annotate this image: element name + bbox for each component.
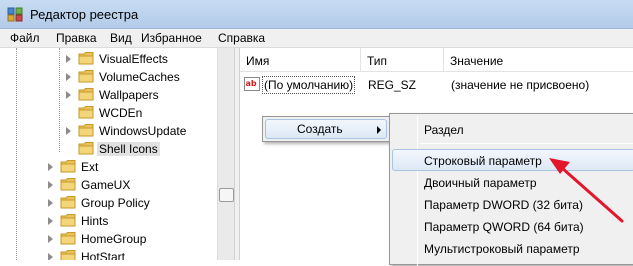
submenu-item-label: Параметр DWORD (32 бита) (424, 198, 583, 212)
folder-icon (60, 160, 76, 173)
string-value-icon: ab (244, 77, 260, 91)
menu-bar: Файл Правка Вид Избранное Справка (0, 29, 633, 48)
title-bar: Редактор реестра (0, 0, 633, 29)
tree-expand-arrow-icon[interactable] (66, 73, 71, 81)
tree-item-label: Group Policy (81, 196, 150, 210)
tree-item-wallpapers[interactable]: Wallpapers (66, 86, 206, 104)
scrollbar-thumb[interactable] (219, 188, 234, 202)
menu-favorites[interactable]: Избранное (141, 31, 202, 45)
submenu-arrow-icon (377, 126, 381, 134)
tree-item-label: VolumeCaches (99, 70, 180, 84)
value-type: REG_SZ (368, 78, 417, 92)
tree-item-label: Wallpapers (99, 88, 159, 102)
folder-icon (60, 214, 76, 227)
tree-item-group-policy[interactable]: Group Policy (48, 194, 198, 212)
tree-item-label: HotStart (81, 250, 126, 260)
menu-view[interactable]: Вид (110, 31, 132, 45)
column-header-label: Имя (246, 54, 270, 68)
tree-item-label: HomeGroup (81, 232, 147, 246)
registry-app-icon (7, 7, 23, 22)
tree-item-ext[interactable]: Ext (48, 158, 198, 176)
submenu-item-label: Двоичный параметр (424, 176, 537, 190)
submenu-item-binary-value[interactable]: Двоичный параметр (392, 171, 633, 193)
folder-icon (60, 250, 76, 260)
tree-item-homegroup[interactable]: HomeGroup (48, 230, 198, 248)
tree-item-wcden[interactable]: WCDEn (66, 104, 206, 122)
tree-item-volumecaches[interactable]: VolumeCaches (66, 68, 206, 86)
window-title: Редактор реестра (30, 7, 139, 22)
tree-item-shell-icons[interactable]: Shell Icons (66, 140, 206, 158)
column-header-label: Значение (450, 54, 504, 68)
context-menu-create-label: Создать (297, 122, 343, 136)
submenu-item-label: Раздел (424, 123, 464, 137)
folder-icon (60, 178, 76, 191)
tree-expand-arrow-icon[interactable] (48, 199, 53, 207)
submenu-item-dword-value[interactable]: Параметр DWORD (32 бита) (392, 193, 633, 215)
tree-item-label: GameUX (81, 178, 131, 192)
folder-icon (78, 124, 94, 137)
tree-item-gameux[interactable]: GameUX (48, 176, 198, 194)
tree-expand-arrow-icon[interactable] (48, 181, 53, 189)
folder-icon (78, 106, 94, 119)
tree-item-label: VisualEffects (99, 52, 168, 66)
tree-expand-arrow-icon[interactable] (48, 235, 53, 243)
value-data: (значение не присвоено) (451, 78, 590, 92)
tree-expand-arrow-icon[interactable] (48, 163, 53, 171)
folder-icon (78, 70, 94, 83)
registry-tree: VisualEffects VolumeCaches Wallpapers WC… (0, 48, 235, 260)
tree-expand-arrow-icon[interactable] (66, 55, 71, 63)
tree-line (16, 48, 17, 260)
folder-icon (78, 142, 94, 155)
column-header-value[interactable]: Значение (444, 48, 633, 72)
submenu-item-multistring-value[interactable]: Мультистроковый параметр (392, 237, 633, 259)
tree-expand-arrow-icon[interactable] (66, 91, 71, 99)
submenu-item-string-value[interactable]: Строковый параметр (392, 149, 633, 171)
tree-expand-arrow-icon[interactable] (48, 253, 53, 260)
tree-item-label: Ext (81, 160, 99, 174)
menu-separator (420, 143, 633, 144)
list-item[interactable]: ab (По умолчанию) REG_SZ (значение не пр… (240, 74, 633, 94)
tree-item-hints[interactable]: Hints (48, 212, 198, 230)
folder-icon (60, 196, 76, 209)
tree-line (59, 48, 60, 152)
submenu-item-label: Мультистроковый параметр (424, 242, 580, 256)
submenu-item-label: Параметр QWORD (64 бита) (424, 220, 584, 234)
svg-text:ab: ab (246, 79, 257, 88)
folder-icon (60, 232, 76, 245)
submenu-item-key[interactable]: Раздел (392, 118, 633, 140)
submenu-item-label: Строковый параметр (424, 154, 542, 168)
tree-scrollbar[interactable] (217, 48, 234, 260)
context-menu: Создать (262, 116, 390, 142)
tree-expand-arrow-icon[interactable] (48, 217, 53, 225)
tree-item-windowsupdate[interactable]: WindowsUpdate (66, 122, 206, 140)
submenu-item-qword-value[interactable]: Параметр QWORD (64 бита) (392, 215, 633, 237)
column-header-name[interactable]: Имя (240, 48, 361, 72)
column-header-label: Тип (367, 54, 388, 68)
folder-icon (78, 52, 94, 65)
tree-item-label: WCDEn (99, 106, 143, 120)
tree-item-label: Shell Icons (97, 142, 160, 156)
tree-item-label: WindowsUpdate (99, 124, 187, 138)
column-header-type[interactable]: Тип (361, 48, 444, 72)
tree-item-visualeffects[interactable]: VisualEffects (66, 50, 206, 68)
create-submenu: Раздел Строковый параметр Двоичный парам… (389, 113, 633, 266)
menu-file[interactable]: Файл (10, 31, 40, 45)
tree-expand-arrow-icon[interactable] (66, 127, 71, 135)
menu-edit[interactable]: Правка (56, 31, 97, 45)
menu-help[interactable]: Справка (218, 31, 265, 45)
folder-icon (78, 88, 94, 101)
tree-item-hotstart[interactable]: HotStart (48, 248, 198, 260)
value-name: (По умолчанию) (262, 76, 356, 94)
tree-item-label: Hints (81, 214, 109, 228)
